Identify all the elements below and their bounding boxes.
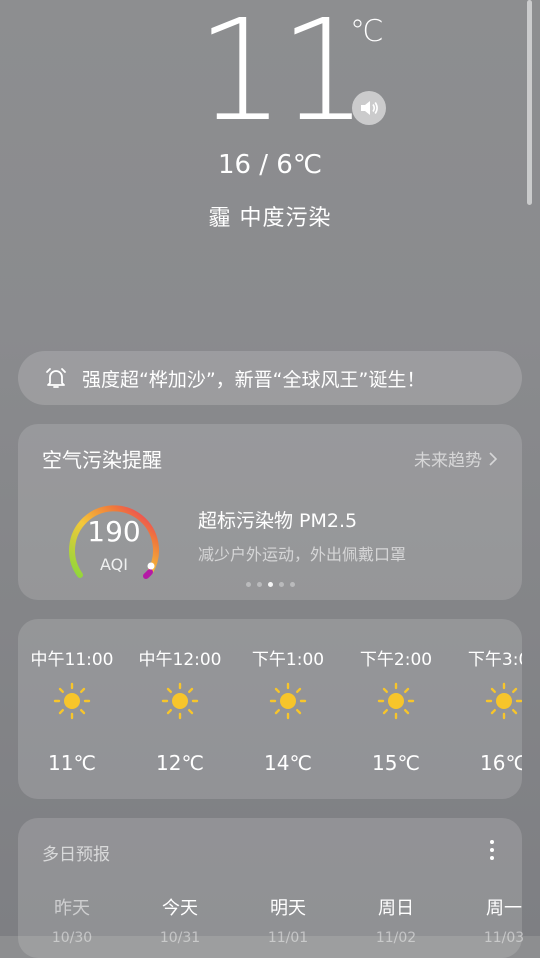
page-dot — [256, 582, 262, 587]
sun-icon — [485, 682, 522, 720]
day-item[interactable]: 周日 11/02 — [342, 894, 450, 946]
hour-time: 中午11:00 — [30, 650, 114, 670]
day-label: 昨天 — [54, 898, 90, 919]
news-banner[interactable]: 强度超“桦加沙”，新晋“全球风王”诞生！ — [18, 351, 522, 405]
hour-temp: 15℃ — [372, 751, 420, 775]
hour-time: 下午3:00 — [467, 650, 522, 670]
page-dot — [289, 582, 295, 587]
hourly-forecast-card[interactable]: 中午11:00 11℃ 中午12:00 12℃ 下午1:00 14℃ 下午2:0… — [18, 619, 522, 799]
sun-icon — [161, 682, 199, 720]
page-dot — [278, 582, 284, 587]
page-indicator — [18, 582, 522, 587]
weather-condition: 霾 中度污染 — [208, 206, 332, 231]
speaker-button[interactable] — [352, 91, 386, 125]
page-dot-active — [267, 582, 273, 587]
aqi-label: AQI — [100, 555, 128, 574]
day-item[interactable]: 昨天 10/30 — [18, 894, 126, 946]
speaker-icon — [361, 101, 378, 115]
page-dot — [245, 582, 251, 587]
hour-item: 中午12:00 12℃ — [126, 619, 234, 799]
hour-item: 下午1:00 14℃ — [234, 619, 342, 799]
multi-day-title: 多日预报 — [42, 845, 110, 865]
hour-temp: 11℃ — [48, 751, 96, 775]
day-label: 明天 — [270, 898, 306, 919]
day-label: 今天 — [162, 898, 198, 919]
day-date: 10/30 — [51, 930, 93, 946]
chevron-right-icon — [489, 451, 498, 466]
hour-time: 下午2:00 — [359, 650, 433, 670]
multi-day-forecast-card[interactable]: 多日预报 昨天 10/30 今天 10/31 明天 11/01 周日 11/02… — [18, 818, 524, 958]
day-date: 10/31 — [159, 930, 201, 946]
day-item[interactable]: 明天 11/01 — [234, 894, 342, 946]
hour-time: 下午1:00 — [251, 650, 325, 670]
sun-icon — [53, 682, 91, 720]
day-date: 11/01 — [267, 930, 309, 946]
pollutant-title: 超标污染物 PM2.5 — [198, 510, 358, 532]
hour-item: 下午3:00 16℃ — [450, 619, 522, 799]
hour-item: 中午11:00 11℃ — [18, 619, 126, 799]
hour-temp: 14℃ — [264, 751, 312, 775]
sun-icon — [377, 682, 415, 720]
future-trend-label: 未来趋势 — [414, 451, 482, 471]
day-date: 11/02 — [375, 930, 417, 946]
day-label: 周一 — [486, 898, 522, 919]
hour-item: 下午2:00 15℃ — [342, 619, 450, 799]
health-advice: 减少户外运动，外出佩戴口罩 — [198, 545, 407, 564]
temperature-range: 16 / 6℃ — [217, 150, 323, 180]
day-label: 周日 — [378, 898, 414, 919]
alarm-bell-icon — [44, 366, 68, 390]
air-quality-card[interactable]: 空气污染提醒 未来趋势 190 AQI 超标污染物 PM2.5 减少户外运动，外… — [18, 424, 522, 600]
hour-time: 中午12:00 — [138, 650, 222, 670]
day-item[interactable]: 周一 11/03 — [450, 894, 540, 946]
current-temperature: 11 — [196, 0, 368, 153]
day-item[interactable]: 今天 10/31 — [126, 894, 234, 946]
hour-temp: 12℃ — [156, 751, 204, 775]
future-trend-link[interactable]: 未来趋势 — [414, 446, 498, 471]
more-options-icon[interactable] — [490, 840, 494, 860]
hour-temp: 16℃ — [480, 751, 522, 775]
day-date: 11/03 — [483, 930, 525, 946]
sun-icon — [269, 682, 307, 720]
temperature-unit: ℃ — [350, 14, 384, 49]
aqi-value: 190 — [87, 515, 141, 548]
banner-text: 强度超“桦加沙”，新晋“全球风王”诞生！ — [82, 368, 426, 391]
air-quality-title: 空气污染提醒 — [42, 448, 162, 472]
